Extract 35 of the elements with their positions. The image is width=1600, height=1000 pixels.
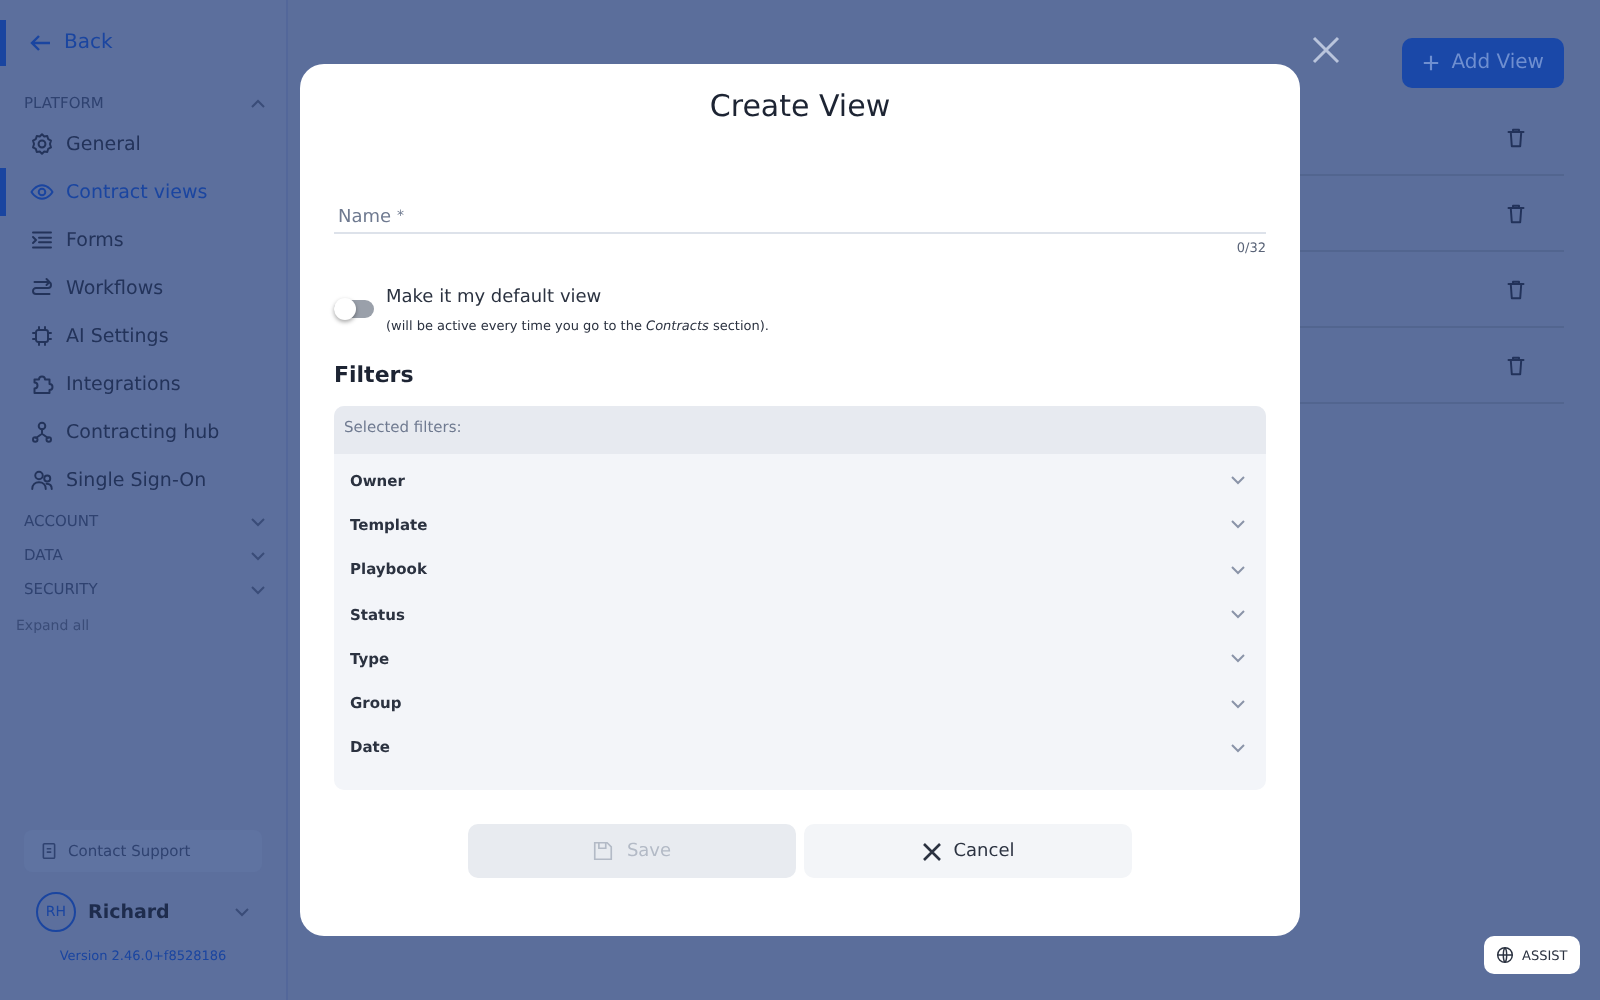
chevron-icon	[234, 906, 250, 918]
plus-icon	[1421, 53, 1440, 71]
list-icon	[30, 228, 54, 252]
trash-icon	[1504, 277, 1528, 301]
people-network-icon	[30, 420, 54, 444]
nav-item[interactable]: General	[0, 120, 286, 168]
default-view-toggle[interactable]	[334, 300, 374, 318]
nav-item[interactable]: Integrations	[0, 360, 286, 408]
nav-item[interactable]: Single Sign-On	[0, 456, 286, 504]
globe-icon	[1496, 946, 1514, 964]
nav-item[interactable]: Forms	[0, 216, 286, 264]
add-view-button[interactable]: Add View	[1401, 37, 1564, 87]
close-icon	[921, 841, 942, 861]
flow-icon	[30, 276, 54, 300]
gear-icon	[30, 132, 54, 156]
user-name: Richard	[88, 901, 172, 923]
trash-icon	[1504, 201, 1528, 225]
nav-item[interactable]: AI Settings	[0, 312, 286, 360]
close-icon[interactable]	[1310, 34, 1342, 66]
users-icon	[30, 468, 54, 492]
arrow-left-icon	[30, 34, 52, 52]
puzzle-icon	[30, 372, 54, 396]
trash-icon	[1504, 353, 1528, 377]
back-link[interactable]: Back	[0, 20, 286, 66]
trash-icon	[1504, 125, 1528, 149]
nav-item[interactable]: Workflows	[0, 264, 286, 312]
toggle-label: Make it my default view	[386, 288, 604, 308]
document-icon	[40, 842, 58, 860]
nav-item[interactable]: Contract views	[0, 168, 286, 216]
cancel-button[interactable]: Cancel	[804, 824, 1132, 878]
nav-item[interactable]: Contracting hub	[0, 408, 286, 456]
dialog-title: Create View	[707, 88, 893, 124]
filters-heading: Filters	[334, 362, 416, 388]
chip-icon	[30, 324, 54, 348]
eye-icon	[30, 180, 54, 204]
